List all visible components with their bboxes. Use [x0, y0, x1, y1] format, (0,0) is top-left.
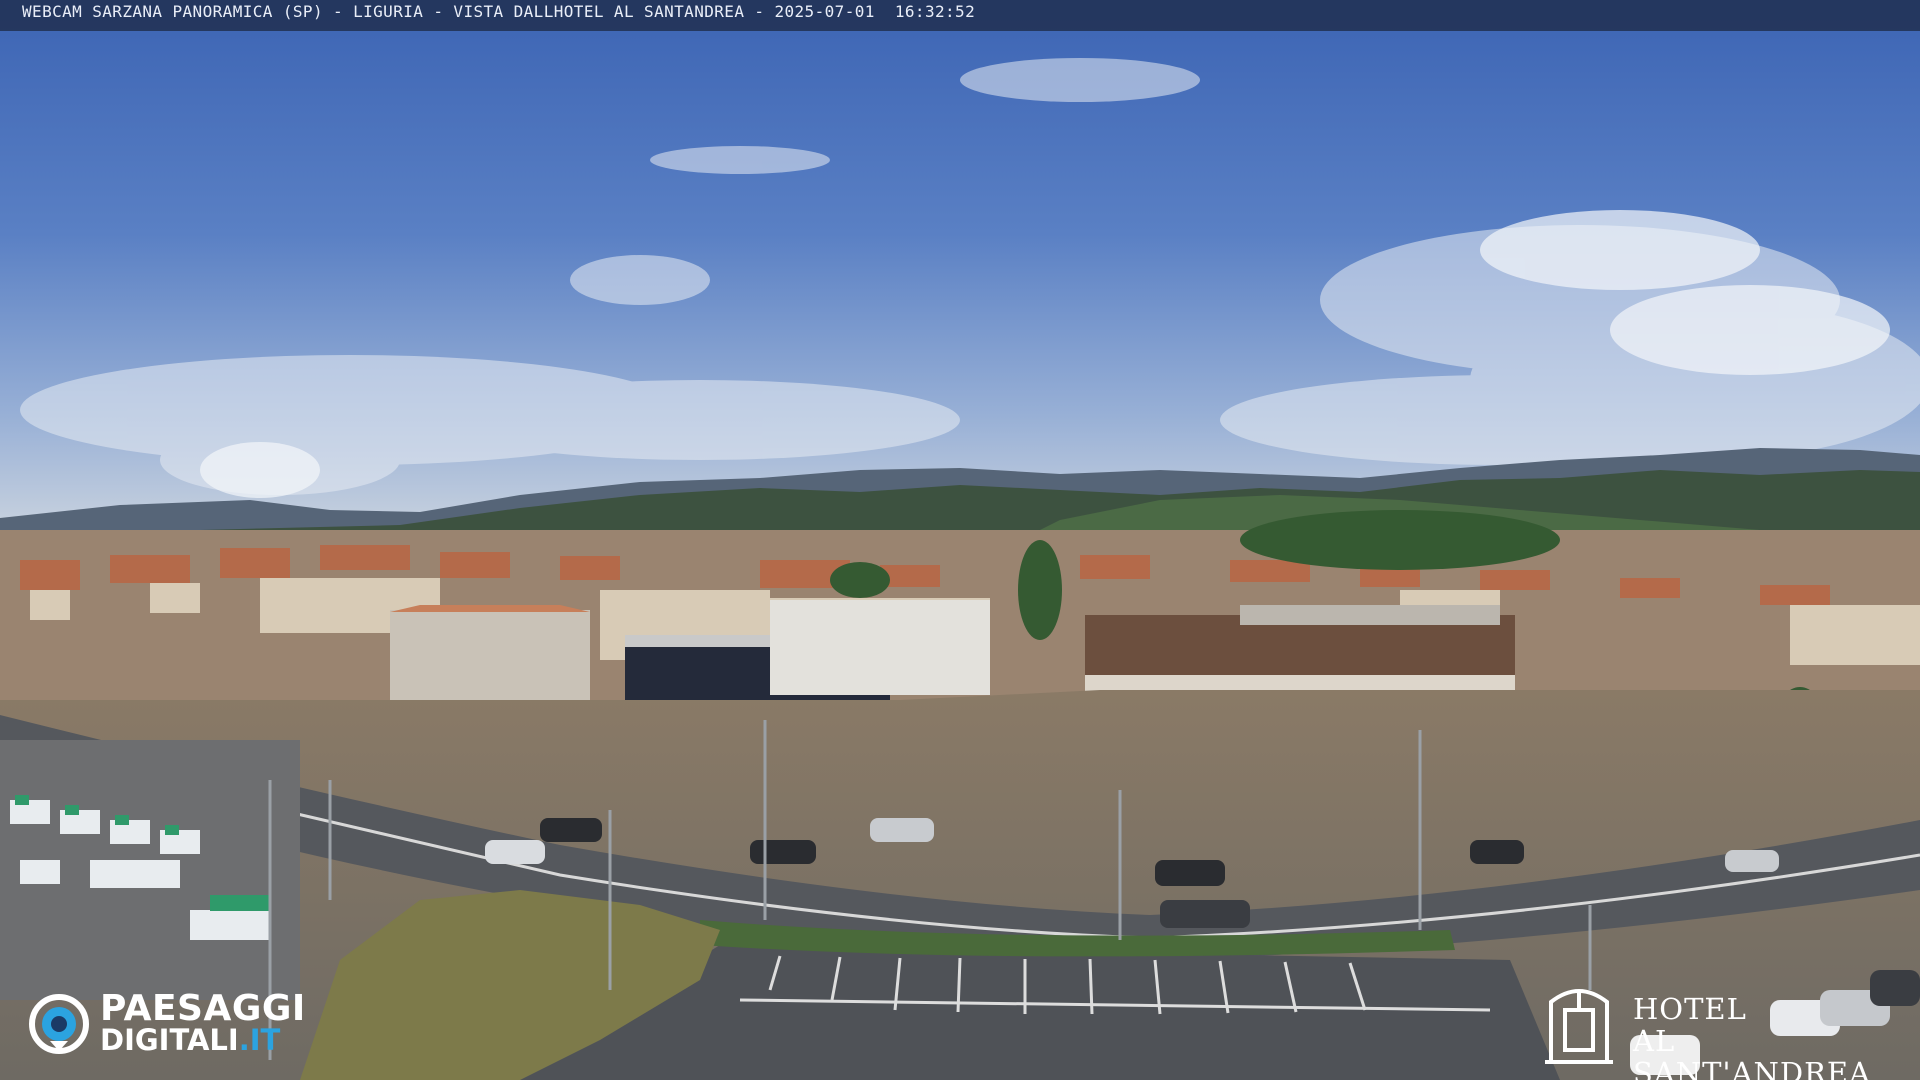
webcam-caption-bar: WEBCAM SARZANA PANORAMICA (SP) - LIGURIA… [0, 0, 1920, 31]
logo-line-digitali: DIGITALI.IT [100, 1024, 280, 1056]
hotel-name-line2: AL SANT'ANDREA [1633, 1024, 1872, 1080]
paesaggi-digitali-logo: PAESAGGI DIGITALI.IT [28, 990, 348, 1060]
logo-domain-suffix: .IT [238, 1023, 281, 1057]
webcam-caption: WEBCAM SARZANA PANORAMICA (SP) - LIGURIA… [22, 2, 976, 21]
office-building [770, 600, 990, 695]
hotel-santandrea-logo: HOTEL AL SANT'ANDREA [1535, 978, 1915, 1080]
webcam-frame: WEBCAM SARZANA PANORAMICA (SP) - LIGURIA… [0, 0, 1920, 1080]
panorama-scene [0, 0, 1920, 1080]
eye-icon [29, 994, 89, 1054]
hotel-emblem-icon [1545, 989, 1613, 1064]
logo-digitali-text: DIGITALI [100, 1023, 239, 1057]
hotel-name-line1: HOTEL [1633, 992, 1747, 1026]
